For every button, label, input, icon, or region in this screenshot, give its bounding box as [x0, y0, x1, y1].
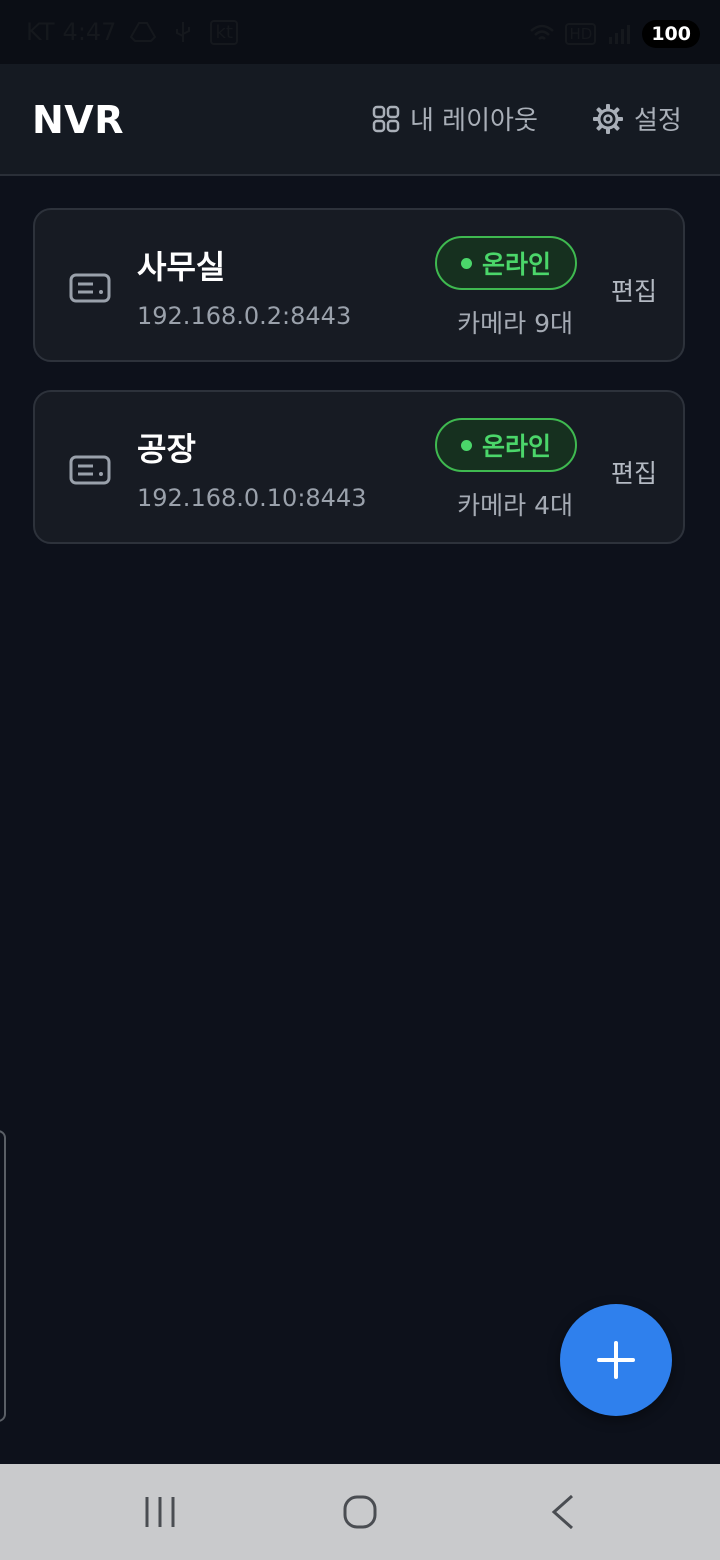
- server-icon: [69, 273, 111, 303]
- status-badge: 온라인: [435, 418, 577, 472]
- drive-icon: [130, 22, 157, 42]
- clock: 4:47: [62, 18, 117, 46]
- recent-apps-icon[interactable]: [142, 1494, 178, 1530]
- online-dot-icon: [460, 439, 472, 451]
- home-icon[interactable]: [342, 1494, 378, 1530]
- status-text: 온라인: [481, 432, 551, 461]
- plus-icon: [597, 1341, 635, 1379]
- settings-label: 설정: [634, 106, 682, 136]
- server-name: 사무실: [137, 248, 226, 286]
- edge-panel-handle[interactable]: [0, 1130, 6, 1422]
- status-left: KT 4:47 kt: [26, 18, 238, 46]
- carrier: KT: [26, 18, 55, 46]
- system-navigation-bar: [0, 1464, 720, 1560]
- status-badge: 온라인: [435, 236, 577, 290]
- edit-button[interactable]: 편집: [611, 272, 657, 308]
- settings-button[interactable]: 설정: [592, 100, 682, 137]
- server-name: 공장: [137, 430, 196, 468]
- app-title: NVR: [32, 98, 124, 142]
- kt-badge: kt: [210, 19, 238, 45]
- wifi-icon: [530, 24, 555, 40]
- server-address: 192.168.0.2:8443: [137, 302, 352, 330]
- app-header: NVR 내 레이아웃 설정: [0, 64, 720, 176]
- my-layout-label: 내 레이아웃: [410, 106, 538, 136]
- gear-icon: [593, 103, 623, 134]
- camera-count: 카메라 4대: [457, 491, 573, 520]
- server-card[interactable]: 사무실 192.168.0.2:8443 온라인 카메라 9대 편집: [33, 208, 685, 362]
- battery-indicator: 100: [642, 20, 700, 48]
- back-icon[interactable]: [548, 1494, 578, 1530]
- usb-icon: [176, 22, 191, 42]
- server-icon: [69, 455, 111, 485]
- status-bar: KT 4:47 kt HD 100: [0, 0, 720, 64]
- grid-icon: [372, 105, 400, 132]
- camera-count: 카메라 9대: [457, 309, 573, 338]
- online-dot-icon: [460, 257, 472, 269]
- server-card[interactable]: 공장 192.168.0.10:8443 온라인 카메라 4대 편집: [33, 390, 685, 544]
- server-address: 192.168.0.10:8443: [137, 484, 367, 512]
- status-text: 온라인: [481, 250, 551, 279]
- hd-badge: HD: [565, 23, 597, 45]
- my-layout-button[interactable]: 내 레이아웃: [372, 100, 538, 137]
- status-right: HD 100: [529, 20, 700, 48]
- edit-button[interactable]: 편집: [611, 454, 657, 490]
- add-server-button[interactable]: [560, 1304, 672, 1416]
- signal-icon: [609, 25, 631, 44]
